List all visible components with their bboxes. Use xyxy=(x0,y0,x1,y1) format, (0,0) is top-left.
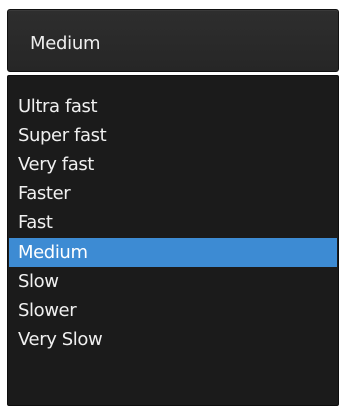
option-very-slow[interactable]: Very Slow xyxy=(9,325,337,354)
option-ultra-fast[interactable]: Ultra fast xyxy=(9,92,337,121)
option-slow[interactable]: Slow xyxy=(9,267,337,296)
select-current-value: Medium xyxy=(30,33,101,54)
dropdown-options-list: Ultra fast Super fast Very fast Faster F… xyxy=(7,75,339,406)
option-slower[interactable]: Slower xyxy=(9,296,337,325)
option-very-fast[interactable]: Very fast xyxy=(9,150,337,179)
option-faster[interactable]: Faster xyxy=(9,179,337,208)
option-super-fast[interactable]: Super fast xyxy=(9,121,337,150)
option-fast[interactable]: Fast xyxy=(9,208,337,237)
option-medium[interactable]: Medium xyxy=(9,238,337,267)
preset-select[interactable]: Medium xyxy=(7,9,339,72)
